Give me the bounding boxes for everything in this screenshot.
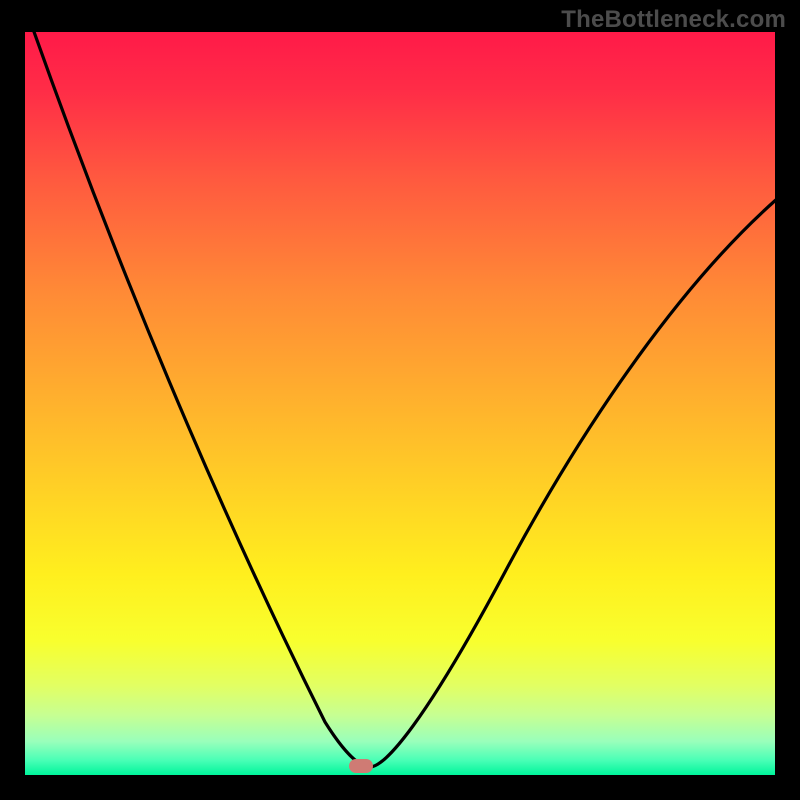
curve-path xyxy=(25,32,775,767)
watermark-text: TheBottleneck.com xyxy=(561,6,786,34)
minimum-marker xyxy=(349,759,373,773)
plot-area xyxy=(25,32,775,775)
bottleneck-curve xyxy=(25,32,775,775)
chart-frame: TheBottleneck.com xyxy=(0,0,800,800)
